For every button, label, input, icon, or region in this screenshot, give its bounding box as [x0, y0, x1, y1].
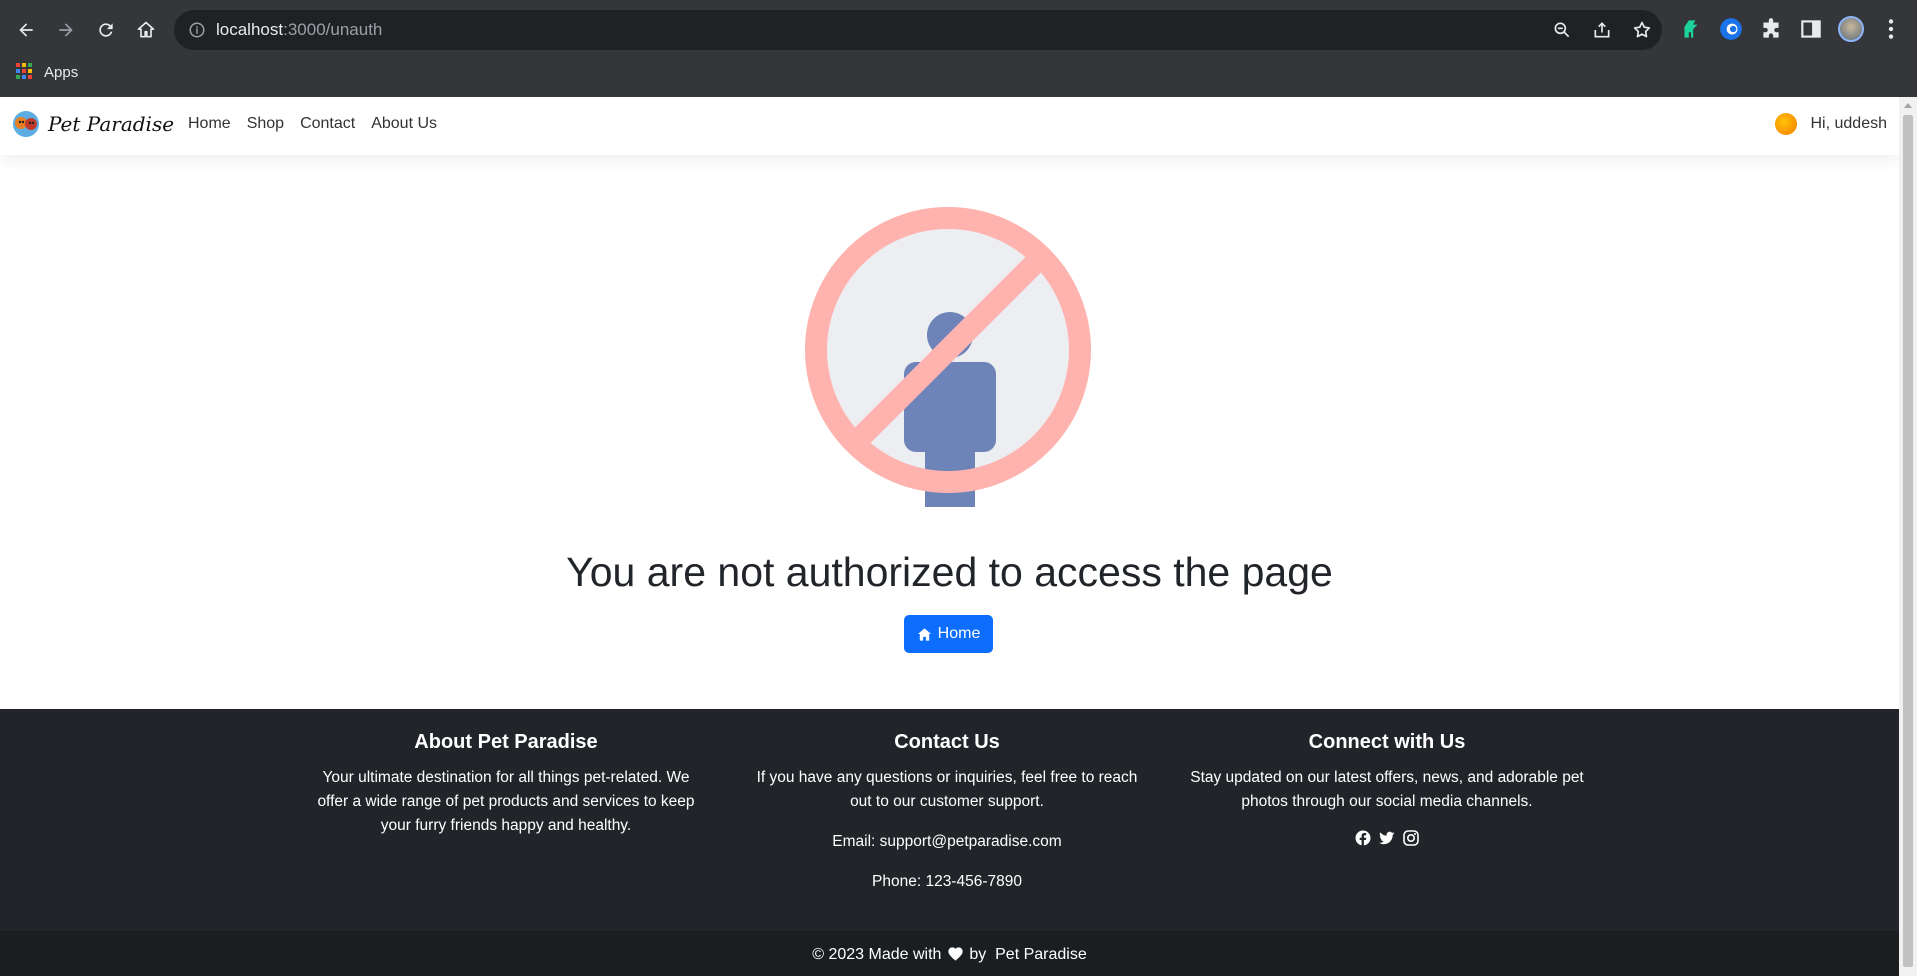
footer-contact: Contact Us If you have any questions or …	[747, 731, 1147, 894]
footer-about-title: About Pet Paradise	[414, 731, 598, 753]
copyright-prefix: © 2023 Made with	[812, 946, 942, 963]
arrow-right-icon	[59, 23, 73, 37]
navbar: Pet Paradise Home Shop Contact About Us …	[0, 97, 1899, 155]
nav-shop-link[interactable]: Shop	[247, 115, 284, 133]
copyright-bar: © 2023 Made with by Pet Paradise	[0, 931, 1899, 976]
footer-about-text: Your ultimate destination for all things…	[317, 769, 695, 834]
extension-dino-icon[interactable]	[1678, 16, 1704, 42]
share-icon[interactable]	[1592, 20, 1612, 40]
footer-contact-text: If you have any questions or inquiries, …	[756, 769, 1138, 810]
browser-toolbar: localhost:3000/unauth	[0, 8, 1917, 52]
twitter-icon[interactable]	[1379, 830, 1395, 846]
footer-email: Email: support@petparadise.com	[832, 833, 1062, 850]
info-icon[interactable]	[188, 21, 206, 39]
scroll-thumb[interactable]	[1903, 115, 1913, 967]
footer-phone: Phone: 123-456-7890	[872, 873, 1022, 890]
home-button[interactable]: Home	[904, 615, 993, 653]
bookmarks-bar: Apps	[0, 58, 1917, 88]
footer-contact-title: Contact Us	[894, 731, 1000, 753]
reload-icon	[99, 23, 113, 37]
nav-about-link[interactable]: About Us	[371, 115, 437, 133]
forward-button[interactable]	[50, 14, 82, 46]
extension-blue-icon[interactable]	[1718, 16, 1744, 42]
apps-grid-icon	[16, 63, 34, 81]
profile-avatar[interactable]	[1838, 16, 1864, 42]
scroll-up-icon[interactable]	[1903, 101, 1913, 111]
zoom-icon[interactable]	[1552, 20, 1572, 40]
more-vert-icon[interactable]	[1878, 16, 1904, 42]
home-button-label: Home	[937, 625, 981, 642]
nav-home-link[interactable]: Home	[188, 115, 231, 133]
browser-chrome: localhost:3000/unauth Apps	[0, 0, 1917, 97]
arrow-left-icon	[19, 23, 33, 37]
apps-bookmark[interactable]: Apps	[16, 63, 78, 81]
facebook-icon[interactable]	[1355, 830, 1371, 846]
user-avatar[interactable]	[1774, 113, 1797, 135]
brand[interactable]: Pet Paradise	[12, 110, 174, 138]
copyright-suffix: by Pet Paradise	[969, 946, 1087, 963]
page-title: You are not authorized to access the pag…	[566, 549, 1333, 595]
footer-connect: Connect with Us Stay updated on our late…	[1187, 731, 1587, 846]
nav-contact-link[interactable]: Contact	[300, 115, 355, 133]
url-text[interactable]: localhost:3000/unauth	[216, 20, 382, 40]
heart-icon	[948, 947, 963, 961]
brand-name: Pet Paradise	[48, 112, 175, 136]
user-menu[interactable]: Hi, uddesh	[1774, 113, 1888, 135]
pet-logo-icon	[13, 111, 39, 137]
back-button[interactable]	[10, 14, 42, 46]
user-greeting[interactable]: Hi, uddesh	[1811, 115, 1888, 133]
footer-about: About Pet Paradise Your ultimate destina…	[306, 731, 706, 838]
page-scrollbar[interactable]	[1899, 97, 1917, 976]
social-links	[1187, 830, 1587, 846]
apps-label: Apps	[44, 63, 79, 81]
house-icon	[137, 21, 155, 38]
address-bar[interactable]: localhost:3000/unauth	[174, 10, 1662, 50]
page-viewport: Pet Paradise Home Shop Contact About Us …	[0, 97, 1899, 976]
instagram-icon[interactable]	[1403, 830, 1419, 846]
forbidden-icon	[805, 207, 1091, 507]
footer-connect-title: Connect with Us	[1308, 731, 1466, 753]
house-icon	[917, 627, 931, 641]
puzzle-icon[interactable]	[1758, 16, 1784, 42]
home-browser-button[interactable]	[130, 14, 162, 46]
reload-button[interactable]	[90, 14, 122, 46]
nav-links: Home Shop Contact About Us	[188, 115, 437, 133]
star-icon[interactable]	[1632, 20, 1652, 40]
side-panel-icon[interactable]	[1798, 16, 1824, 42]
footer-connect-text: Stay updated on our latest offers, news,…	[1190, 769, 1584, 810]
footer: About Pet Paradise Your ultimate destina…	[0, 709, 1899, 931]
